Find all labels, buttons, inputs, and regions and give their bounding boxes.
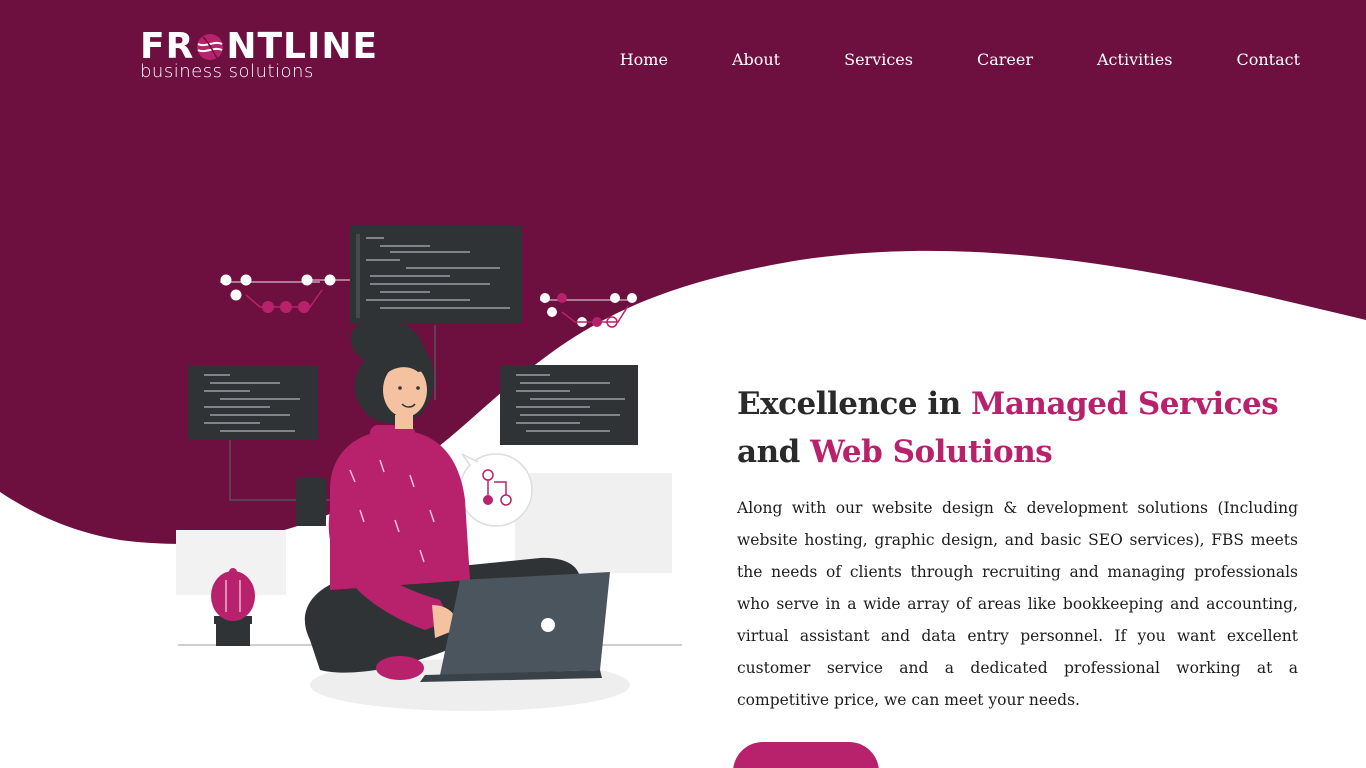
nav-link-home[interactable]: Home [620,50,668,69]
headline-accent-1: Managed Services [971,386,1279,422]
nav-link-about[interactable]: About [732,50,780,69]
hero-illustration [176,226,682,711]
cta-button[interactable] [733,742,879,768]
headline-accent-2: Web Solutions [810,434,1053,470]
main-nav: Home About Services Career Activities Co… [620,50,1300,69]
nav-link-contact[interactable]: Contact [1236,50,1300,69]
page: FR NTLINE business solutions Home About … [0,0,1366,768]
logo[interactable]: FR NTLINE business solutions [140,28,378,82]
nav-link-career[interactable]: Career [977,50,1033,69]
globe-icon [197,34,224,60]
nav-link-activities[interactable]: Activities [1097,50,1172,69]
headline-part-2: and [737,434,811,470]
hero-headline: Excellence in Managed Services and Web S… [737,380,1279,476]
hero-description: Along with our website design & developm… [737,499,1298,709]
headline-part-1: Excellence in [737,386,972,422]
nav-link-services[interactable]: Services [844,50,913,69]
